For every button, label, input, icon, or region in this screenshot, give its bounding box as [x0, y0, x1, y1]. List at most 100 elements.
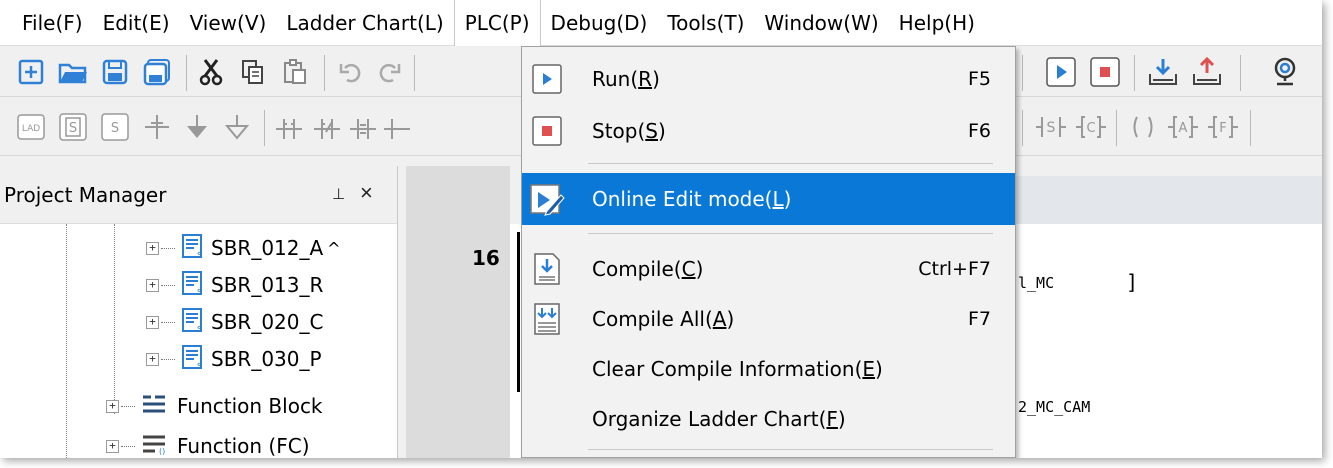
svg-text:A: A: [1179, 121, 1188, 136]
open-folder-icon[interactable]: [56, 55, 90, 89]
tree-item[interactable]: + Function Block: [106, 388, 323, 424]
svg-text:S: S: [111, 121, 119, 136]
c-instruction-icon[interactable]: C: [1074, 110, 1108, 144]
lad-icon[interactable]: LAD: [14, 110, 48, 144]
stop-icon: [528, 112, 566, 150]
menu-item-organize-ladder[interactable]: Organize Ladder Chart(F): [522, 393, 1015, 445]
menu-item-compile-all[interactable]: Compile All(A) F7: [522, 293, 1015, 345]
paste-icon[interactable]: [278, 55, 312, 89]
menu-help[interactable]: Help(H): [889, 0, 985, 46]
svg-text:S: S: [1047, 120, 1056, 136]
compile-icon: [528, 250, 566, 288]
undo-icon[interactable]: [334, 55, 368, 89]
tree-item-label: Function Block: [177, 394, 323, 418]
shortcut-label: Ctrl+F7: [918, 258, 991, 280]
svg-text:s: s: [197, 250, 202, 259]
tree-item-label: SBR_020_C: [211, 310, 324, 334]
subroutine-icon: s: [181, 270, 203, 301]
compile-all-icon: [528, 300, 566, 338]
menu-file[interactable]: File(F): [12, 0, 93, 46]
save-all-icon[interactable]: [140, 55, 174, 89]
menu-bar: File(F) Edit(E) View(V) Ladder Chart(L) …: [0, 0, 1322, 46]
menu-tools[interactable]: Tools(T): [657, 0, 754, 46]
svg-text:F: F: [1219, 121, 1226, 136]
svg-text:S: S: [69, 121, 77, 136]
s-instruction-icon[interactable]: S: [1034, 110, 1068, 144]
vertical-line-down-icon[interactable]: [180, 110, 214, 144]
expand-icon[interactable]: +: [106, 399, 119, 413]
application-window: File(F) Edit(E) View(V) Ladder Chart(L) …: [0, 0, 1322, 458]
run-toolbar-icon[interactable]: [1044, 55, 1078, 89]
instruction-fragment: 2_MC_CAM: [1018, 398, 1091, 416]
tree-item-label: SBR_013_R: [211, 273, 324, 297]
shortcut-label: F5: [967, 68, 991, 90]
subroutine-icon: s: [181, 344, 203, 375]
close-icon[interactable]: ×: [360, 180, 373, 206]
menu-window[interactable]: Window(W): [754, 0, 888, 46]
expand-icon[interactable]: +: [146, 241, 159, 255]
plc-menu-dropdown: Run(R) F5 Stop(S) F6 Online Edit mode(L)…: [521, 46, 1016, 458]
function-block-icon: [141, 393, 167, 420]
tree-item-label: Function (FC): [177, 434, 310, 458]
function-icon: (): [141, 433, 167, 459]
copy-icon[interactable]: [236, 55, 270, 89]
menu-item-clear-compile-info[interactable]: Clear Compile Information(E): [522, 343, 1015, 395]
menu-item-run[interactable]: Run(R) F5: [522, 53, 1015, 105]
stop-toolbar-icon[interactable]: [1088, 55, 1122, 89]
new-file-icon[interactable]: [14, 55, 48, 89]
project-manager-panel: Project Manager ⊥ × + s SBR_012_A ^ + s …: [0, 166, 398, 458]
pin-icon[interactable]: ⊥: [332, 185, 345, 203]
svg-text:C: C: [1086, 121, 1095, 136]
stl-s-icon[interactable]: S: [56, 110, 90, 144]
power-rail: [517, 232, 520, 392]
tree-item-label: SBR_030_P: [211, 347, 322, 371]
tree-item[interactable]: + s SBR_012_A ^: [146, 230, 341, 266]
coil-icon[interactable]: [1126, 110, 1160, 144]
instruction-bracket: ]: [1126, 270, 1139, 294]
menu-item-compile[interactable]: Compile(C) Ctrl+F7: [522, 243, 1015, 295]
svg-text:s: s: [197, 361, 202, 370]
tree-item[interactable]: + s SBR_030_P: [146, 341, 322, 377]
shortcut-label: F6: [967, 120, 991, 142]
instruction-fragment: l_MC: [1018, 274, 1055, 292]
project-manager-title: Project Manager: [4, 182, 167, 207]
shortcut-label: F7: [967, 308, 991, 330]
f-instruction-icon[interactable]: F: [1206, 110, 1240, 144]
scroll-up-icon[interactable]: ^: [327, 239, 340, 258]
svg-text:s: s: [197, 324, 202, 333]
vertical-line-hollow-icon[interactable]: [220, 110, 254, 144]
upload-icon[interactable]: [1190, 55, 1224, 89]
svg-text:s: s: [197, 287, 202, 296]
expand-icon[interactable]: +: [146, 315, 159, 329]
monitor-icon[interactable]: [1268, 55, 1302, 89]
contact-branch-icon[interactable]: [140, 110, 174, 144]
rising-edge-icon[interactable]: [346, 110, 380, 144]
open-contact-icon[interactable]: [272, 110, 306, 144]
expand-icon[interactable]: +: [146, 278, 159, 292]
redo-icon[interactable]: [372, 55, 406, 89]
s-block-icon[interactable]: S: [98, 110, 132, 144]
tree-item[interactable]: + () Function (FC): [106, 428, 310, 458]
tree-item-label: SBR_012_A: [211, 236, 324, 260]
save-icon[interactable]: [98, 55, 132, 89]
tree-item[interactable]: + s SBR_013_R: [146, 267, 323, 303]
svg-text:(): (): [159, 447, 165, 455]
download-icon[interactable]: [1146, 55, 1180, 89]
menu-ladder-chart[interactable]: Ladder Chart(L): [276, 0, 453, 46]
project-manager-header: Project Manager ⊥ ×: [0, 166, 397, 224]
tree-item[interactable]: + s SBR_020_C: [146, 304, 323, 340]
menu-plc[interactable]: PLC(P): [453, 0, 541, 46]
closed-contact-icon[interactable]: [310, 110, 344, 144]
menu-edit[interactable]: Edit(E): [93, 0, 180, 46]
rung-number: 16: [472, 246, 500, 270]
expand-icon[interactable]: +: [146, 352, 159, 366]
expand-icon[interactable]: +: [106, 439, 119, 453]
menu-debug[interactable]: Debug(D): [541, 0, 658, 46]
menu-view[interactable]: View(V): [180, 0, 277, 46]
editor-tab-strip: [1010, 176, 1322, 224]
a-instruction-icon[interactable]: A: [1166, 110, 1200, 144]
falling-edge-icon[interactable]: [380, 110, 414, 144]
menu-item-stop[interactable]: Stop(S) F6: [522, 105, 1015, 157]
cut-icon[interactable]: [194, 55, 228, 89]
menu-item-online-edit[interactable]: Online Edit mode(L): [522, 173, 1015, 225]
